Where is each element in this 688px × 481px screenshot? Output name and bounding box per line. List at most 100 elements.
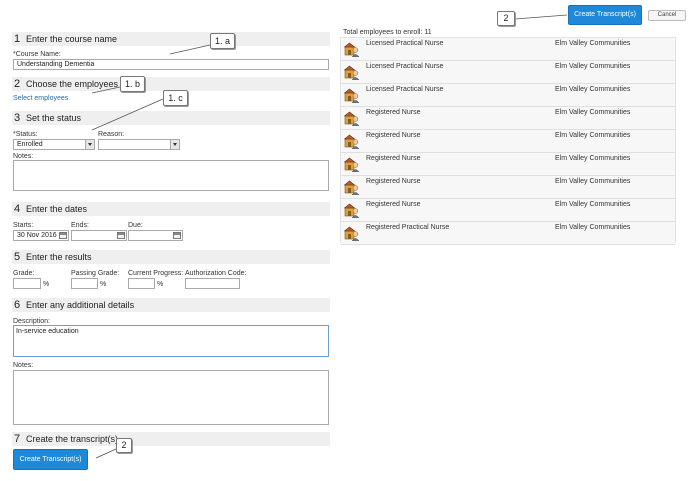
employee-row: Licensed Practical Nurse Elm Valley Commu…: [341, 84, 675, 107]
reason-select[interactable]: [98, 139, 180, 150]
callout-2-bottom: 2: [116, 438, 132, 453]
section-number: 4: [14, 203, 21, 215]
section-title: Enter the results: [26, 252, 92, 262]
chevron-down-icon: [85, 140, 94, 149]
employee-title: Registered Practical Nurse: [366, 224, 450, 231]
status-notes-label: Notes:: [13, 153, 34, 160]
employee-organization: Elm Valley Communities: [555, 86, 631, 93]
employee-row: Registered Nurse Elm Valley Communities: [341, 130, 675, 153]
employee-facility-icon: [343, 156, 360, 173]
section-title: Set the status: [26, 113, 82, 123]
due-date-input[interactable]: [128, 230, 183, 241]
section-title: Enter any additional details: [26, 300, 135, 310]
section-number: 2: [14, 78, 21, 90]
starts-date-input[interactable]: 30 Nov 2016: [13, 230, 69, 241]
details-notes-textarea[interactable]: [13, 370, 329, 425]
employee-title: Registered Nurse: [366, 132, 421, 139]
description-textarea[interactable]: In-service education: [13, 325, 329, 357]
due-label: Due:: [128, 222, 143, 229]
employee-row: Registered Nurse Elm Valley Communities: [341, 107, 675, 130]
section-title: Choose the employees: [26, 79, 119, 89]
section-number: 1: [14, 33, 21, 45]
callout-2-top: 2: [497, 11, 515, 26]
employee-facility-icon: [343, 133, 360, 150]
authorization-code-label: Authorization Code:: [185, 270, 247, 277]
employee-title: Licensed Practical Nurse: [366, 63, 444, 70]
employee-organization: Elm Valley Communities: [555, 40, 631, 47]
status-label: *Status:: [13, 131, 38, 138]
employee-facility-icon: [343, 202, 360, 219]
authorization-code-input[interactable]: [185, 278, 240, 289]
callout-1c: 1. c: [163, 90, 188, 106]
ends-date-input[interactable]: [71, 230, 127, 241]
employee-facility-icon: [343, 179, 360, 196]
employee-title: Licensed Practical Nurse: [366, 40, 444, 47]
callout-1a: 1. a: [210, 33, 235, 49]
current-progress-input[interactable]: [128, 278, 155, 289]
employee-row: Registered Nurse Elm Valley Communities: [341, 199, 675, 222]
employee-row: Licensed Practical Nurse Elm Valley Commu…: [341, 38, 675, 61]
employee-facility-icon: [343, 110, 360, 127]
passing-percent-sign: %: [100, 281, 107, 288]
employee-facility-icon: [343, 87, 360, 104]
employee-row: Licensed Practical Nurse Elm Valley Commu…: [341, 61, 675, 84]
cancel-button[interactable]: Cancel: [648, 10, 686, 21]
grade-percent-sign: %: [43, 281, 50, 288]
callout-1b: 1. b: [120, 76, 145, 92]
employee-facility-icon: [343, 64, 360, 81]
section-title: Enter the course name: [26, 34, 118, 44]
employee-organization: Elm Valley Communities: [555, 178, 631, 185]
section-header-results: 5 Enter the results: [12, 250, 330, 264]
section-header-dates: 4 Enter the dates: [12, 202, 330, 216]
starts-date-value: 30 Nov 2016: [17, 232, 57, 239]
employee-organization: Elm Valley Communities: [555, 224, 631, 231]
section-number: 3: [14, 112, 21, 124]
status-notes-textarea[interactable]: [13, 160, 329, 191]
course-name-label: *Course Name:: [13, 51, 61, 58]
chevron-down-icon: [170, 140, 179, 149]
calendar-icon[interactable]: [173, 232, 181, 239]
create-transcripts-button-bottom[interactable]: Create Transcript(s): [13, 449, 88, 470]
calendar-icon[interactable]: [117, 232, 125, 239]
section-header-course: 1 Enter the course name: [12, 32, 330, 46]
employee-title: Registered Nurse: [366, 155, 421, 162]
employee-organization: Elm Valley Communities: [555, 109, 631, 116]
employee-title: Registered Nurse: [366, 178, 421, 185]
description-label: Description:: [13, 318, 50, 325]
employee-title: Registered Nurse: [366, 201, 421, 208]
employee-organization: Elm Valley Communities: [555, 201, 631, 208]
section-header-status: 3 Set the status: [12, 111, 330, 125]
create-transcripts-button-top[interactable]: Create Transcript(s): [568, 5, 642, 25]
employee-row: Registered Nurse Elm Valley Communities: [341, 176, 675, 199]
section-number: 7: [14, 433, 21, 445]
current-progress-label: Current Progress:: [128, 270, 184, 277]
section-title: Create the transcript(s): [26, 434, 119, 444]
total-employees-label: Total employees to enroll: 11: [343, 29, 432, 36]
employee-organization: Elm Valley Communities: [555, 63, 631, 70]
grade-input[interactable]: [13, 278, 41, 289]
section-number: 6: [14, 299, 21, 311]
passing-grade-label: Passing Grade:: [71, 270, 120, 277]
section-header-details: 6 Enter any additional details: [12, 298, 330, 312]
section-header-create: 7 Create the transcript(s): [12, 432, 330, 446]
details-notes-label: Notes:: [13, 362, 34, 369]
employee-organization: Elm Valley Communities: [555, 132, 631, 139]
status-select[interactable]: Enrolled: [13, 139, 95, 150]
select-employees-link[interactable]: Select employees: [13, 95, 68, 102]
employee-facility-icon: [343, 225, 360, 242]
section-number: 5: [14, 251, 21, 263]
calendar-icon[interactable]: [59, 232, 67, 239]
course-name-input[interactable]: Understanding Dementia: [13, 59, 329, 70]
employee-title: Registered Nurse: [366, 109, 421, 116]
ends-label: Ends:: [71, 222, 89, 229]
section-title: Enter the dates: [26, 204, 88, 214]
status-selected-value: Enrolled: [17, 141, 43, 148]
employee-row: Registered Practical Nurse Elm Valley Com…: [341, 222, 675, 245]
employee-list: Licensed Practical Nurse Elm Valley Commu…: [340, 37, 676, 245]
reason-label: Reason:: [98, 131, 125, 138]
employee-organization: Elm Valley Communities: [555, 155, 631, 162]
starts-label: Starts:: [13, 222, 34, 229]
progress-percent-sign: %: [157, 281, 164, 288]
passing-grade-input[interactable]: [71, 278, 98, 289]
employee-row: Registered Nurse Elm Valley Communities: [341, 153, 675, 176]
